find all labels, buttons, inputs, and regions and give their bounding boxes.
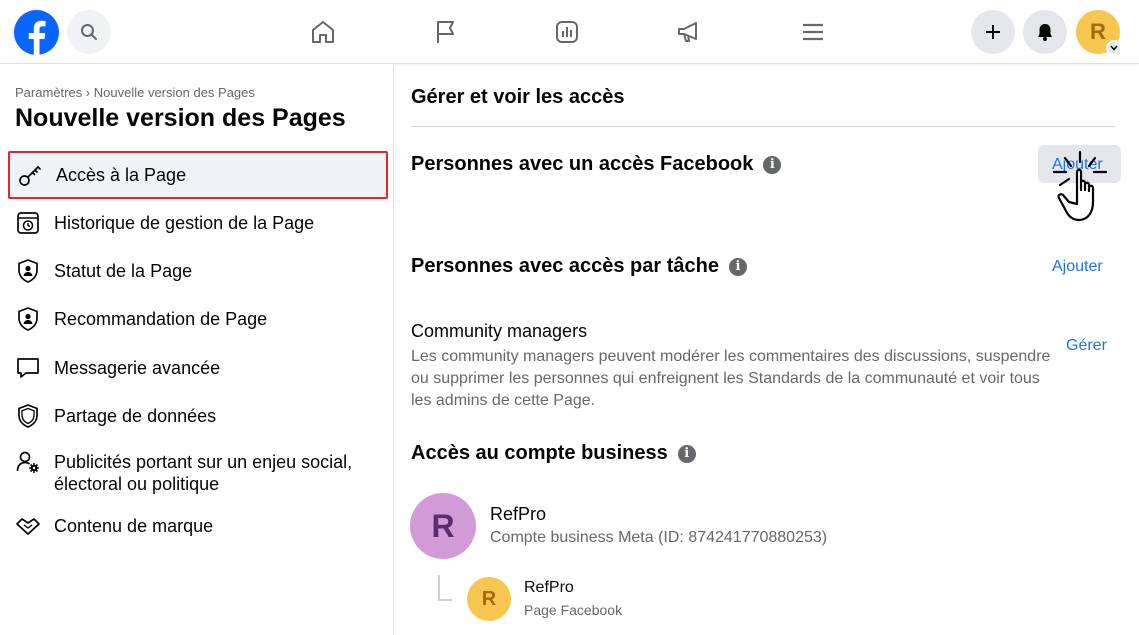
sidebar-item-page-history[interactable]: Historique de gestion de la Page [8,199,388,247]
facebook-logo[interactable] [14,10,59,55]
sidebar-item-page-status[interactable]: Statut de la Page [8,247,388,295]
add-task-access-button[interactable]: Ajouter [1052,258,1103,276]
divider [411,126,1115,127]
business-access-title: Accès au compte business i [411,442,696,465]
settings-sidebar: Paramètres › Nouvelle version des Pages … [0,64,394,635]
notifications-button[interactable] [1023,10,1067,54]
business-avatar[interactable]: R [410,493,476,559]
task-access-title: Personnes avec accès par tâche i [411,255,747,278]
main-content: Gérer et voir les accès Personnes avec u… [395,64,1139,635]
sidebar-item-label: Messagerie avancée [54,358,221,378]
page-title: Gérer et voir les accès [411,86,625,108]
business-name[interactable]: RefPro [490,504,546,525]
click-cursor-icon [1052,150,1108,222]
megaphone-icon [678,22,697,42]
search-button[interactable] [67,10,111,54]
community-managers-description: Les community managers peuvent modérer l… [411,348,1051,409]
chevron-down-icon [1110,45,1118,51]
menu-nav[interactable] [795,14,831,50]
manage-community-button[interactable]: Gérer [1066,337,1107,355]
info-icon[interactable]: i [677,445,696,463]
sidebar-item-label: Accès à la Page [56,165,187,185]
sidebar-item-advanced-messaging[interactable]: Messagerie avancée [8,344,388,392]
shield-icon [14,402,42,430]
breadcrumb[interactable]: Paramètres › Nouvelle version des Pages [15,85,255,100]
info-icon[interactable]: i [763,156,782,174]
facebook-access-title: Personnes avec un accès Facebook i [411,153,782,176]
info-icon[interactable]: i [728,258,747,276]
business-subtitle: Compte business Meta (ID: 87424177088025… [490,529,828,546]
sidebar-item-branded-content[interactable]: Contenu de marque [8,502,388,550]
top-navigation-bar: R [0,0,1139,64]
sidebar-item-label: Historique de gestion de la Page [54,213,315,233]
community-managers-title: Community managers [411,321,588,341]
handshake-icon [14,512,42,540]
sidebar-item-label: Statut de la Page [54,261,193,281]
sidebar-title: Nouvelle version des Pages [15,104,346,132]
plus-icon [986,25,1000,39]
ads-nav[interactable] [671,14,707,50]
message-icon [14,354,42,382]
pages-nav[interactable] [427,14,463,50]
person-gear-icon [14,448,42,476]
history-icon [14,209,42,237]
sidebar-item-label: Partage de données [54,406,217,426]
sidebar-item-page-access[interactable]: Accès à la Page [8,151,388,199]
sidebar-item-label: Recommandation de Page [54,309,268,329]
home-nav[interactable] [305,14,341,50]
sidebar-item-page-recommendation[interactable]: Recommandation de Page [8,295,388,343]
flag-icon [437,21,454,43]
label-line-1: Publicités portant sur un enjeu social, [54,452,353,472]
shield-person-icon [14,257,42,285]
menu-icon [803,23,823,41]
insights-icon [556,21,578,43]
sidebar-item-data-sharing[interactable]: Partage de données [8,392,388,440]
bell-icon [1038,24,1052,41]
key-icon [16,161,44,189]
search-icon [81,24,97,40]
sidebar-item-political-ads[interactable]: Publicités portant sur un enjeu social, … [8,440,388,500]
page-name[interactable]: RefPro [524,579,574,597]
shield-person-icon [14,305,42,333]
account-menu-toggle[interactable] [1106,40,1122,56]
avatar-letter: R [1090,19,1106,44]
sidebar-item-label: Contenu de marque [54,516,214,536]
home-icon [312,21,334,43]
page-subtitle: Page Facebook [524,602,623,618]
create-button[interactable] [971,10,1015,54]
tree-connector [438,575,452,601]
label-line-2: électoral ou politique [54,474,220,494]
sidebar-item-label: Publicités portant sur un enjeu social, … [54,451,352,495]
insights-nav[interactable] [549,14,585,50]
page-avatar[interactable]: R [467,577,511,621]
